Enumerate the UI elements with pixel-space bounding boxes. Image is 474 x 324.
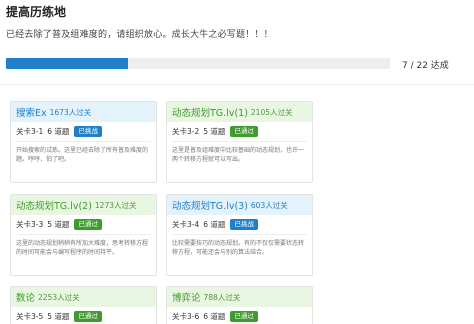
level-card-search-ex[interactable]: 搜索Ex 1673人过关 关卡3-1 6 道题 已挑战 开始搜索的试炼。这里已经… [10, 101, 157, 183]
page-title: 提高历练地 [6, 5, 67, 19]
card-problem-count: 6 道题 [203, 312, 226, 321]
card-problem-count: 5 道题 [203, 127, 226, 136]
status-badge: 已通过 [74, 219, 102, 230]
level-card-number-theory[interactable]: 数论 2253人过关 关卡3-5 5 道题 已通过 [10, 286, 157, 324]
card-description: 比较需要技巧的动态规划。有的不仅仅需要状态转移方程，可能还会与别的算法结合。 [172, 240, 305, 256]
card-pass-count: 1273人过关 [94, 200, 137, 210]
card-level: 关卡3-2 [172, 127, 200, 136]
page-subtitle: 已经去除了普及组难度的，请组织放心。成长大牛之必写题！！！ [6, 30, 273, 40]
card-pass-count: 1673人过关 [49, 107, 92, 117]
level-card-dp-lv2[interactable]: 动态规划TG.lv(2) 1273人过关 关卡3-3 5 道题 已通过 这里的动… [10, 194, 157, 276]
card-pass-count: 788人过关 [203, 292, 241, 302]
card-header[interactable]: 数论 2253人过关 [11, 287, 156, 307]
card-header[interactable]: 动态规划TG.lv(3) 603人过关 [167, 195, 312, 215]
card-title[interactable]: 动态规划TG.lv(3) [172, 198, 248, 212]
card-pass-count: 2253人过关 [38, 292, 80, 302]
card-problem-count: 5 道题 [47, 220, 70, 229]
card-level: 关卡3-3 [16, 220, 44, 229]
level-card-game-theory[interactable]: 博弈论 788人过关 关卡3-6 6 道题 已通过 [166, 286, 313, 324]
card-header[interactable]: 动态规划TG.lv(2) 1273人过关 [11, 195, 156, 215]
card-pass-count: 2105人过关 [250, 107, 293, 117]
card-level: 关卡3-6 [172, 312, 200, 321]
card-header[interactable]: 动态规划TG.lv(1) 2105人过关 [167, 102, 312, 122]
status-badge: 已通过 [230, 311, 258, 322]
card-description: 这里的动态规划稍稍有所加大难度，思考转移方程的时间可能会与编写程序的时间持平。 [16, 240, 149, 256]
status-badge: 已挑战 [74, 126, 102, 137]
status-badge: 已通过 [74, 311, 102, 322]
card-level: 关卡3-1 [16, 127, 44, 136]
card-problem-count: 6 道题 [47, 127, 70, 136]
status-badge: 已挑战 [230, 219, 258, 230]
level-card-dp-lv1[interactable]: 动态规划TG.lv(1) 2105人过关 关卡3-2 5 道题 已通过 这里是普… [166, 101, 313, 183]
card-header[interactable]: 搜索Ex 1673人过关 [11, 102, 156, 122]
card-problem-count: 6 道题 [203, 220, 226, 229]
level-card-dp-lv3[interactable]: 动态规划TG.lv(3) 603人过关 关卡3-4 6 道题 已挑战 比较需要技… [166, 194, 313, 276]
progress-label: 7 / 22 达成 [402, 61, 449, 71]
divider [0, 84, 474, 85]
card-header[interactable]: 博弈论 788人过关 [167, 287, 312, 307]
card-pass-count: 603人过关 [250, 200, 288, 210]
card-title[interactable]: 博弈论 [172, 290, 201, 304]
progress-bar [6, 58, 390, 69]
card-title[interactable]: 动态规划TG.lv(1) [172, 105, 248, 119]
status-badge: 已通过 [230, 126, 258, 137]
card-title[interactable]: 搜索Ex [16, 105, 47, 119]
progress-bar-fill [6, 58, 129, 69]
card-title[interactable]: 数论 [16, 290, 35, 304]
card-title[interactable]: 动态规划TG.lv(2) [16, 198, 92, 212]
card-problem-count: 5 道题 [47, 312, 70, 321]
card-level: 关卡3-5 [16, 312, 44, 321]
card-level: 关卡3-4 [172, 220, 200, 229]
card-description: 开始搜索的试炼。这里已经去除了所有普及难度的题。哼哼，怕了吧。 [16, 147, 149, 163]
card-description: 这里是普及组难度中比较基础的动态规划，也许一两个转移方程就可以写出。 [172, 147, 305, 163]
